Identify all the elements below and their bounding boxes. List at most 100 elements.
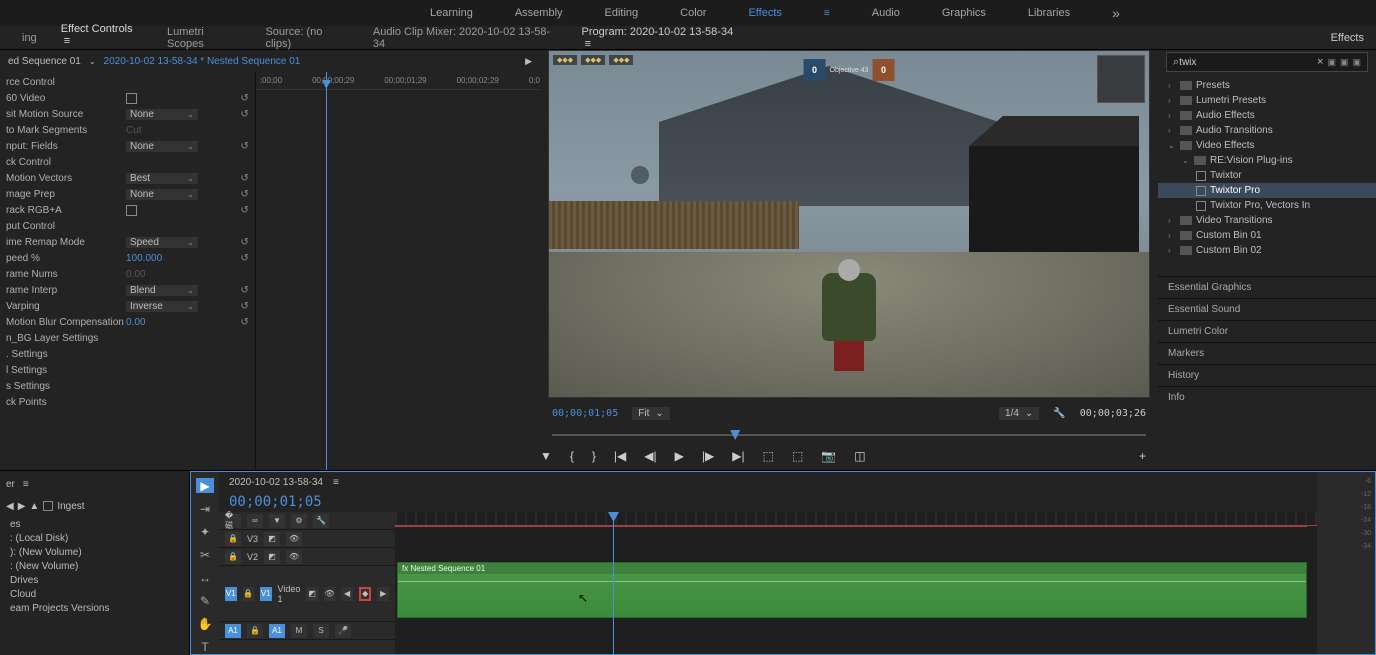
effect-property[interactable]: put Control bbox=[6, 218, 249, 234]
timeline-timecode[interactable]: 00;00;01;05 bbox=[219, 492, 1317, 512]
track-a1[interactable]: A1🔒A1 M S 🎤 bbox=[219, 622, 395, 640]
extract-button[interactable]: ⬚ bbox=[792, 449, 803, 463]
effect-property[interactable]: VarpingInverse⌄↺ bbox=[6, 298, 249, 314]
effects-tree-item[interactable]: Twixtor bbox=[1158, 168, 1376, 183]
effect-property[interactable]: . Settings bbox=[6, 346, 249, 362]
resolution-dropdown[interactable]: 1/4⌄ bbox=[999, 407, 1039, 420]
panel-tab[interactable]: Lumetri Color bbox=[1158, 320, 1376, 342]
panel-tab[interactable]: Info bbox=[1158, 386, 1376, 408]
project-tab[interactable]: er bbox=[6, 479, 15, 490]
workspace-menu-icon[interactable]: ≡ bbox=[824, 8, 830, 19]
project-item[interactable]: : (Local Disk) bbox=[6, 533, 183, 547]
snap-icon[interactable]: �磁 bbox=[225, 514, 241, 528]
project-item[interactable]: eam Projects Versions bbox=[6, 603, 183, 617]
workspace-libraries[interactable]: Libraries bbox=[1028, 7, 1070, 19]
prev-keyframe-icon[interactable]: ◀ bbox=[341, 587, 353, 601]
timeline-ruler[interactable] bbox=[395, 512, 1317, 526]
fx-badge-icon[interactable]: ▣ bbox=[1340, 57, 1349, 68]
track-v1[interactable]: V1 🔒 V1 Video 1 ◩👁 ◀ ◆ ▶ bbox=[219, 566, 395, 622]
compare-button[interactable]: ◫ bbox=[854, 449, 865, 463]
effects-tree-item[interactable]: ›Video Transitions bbox=[1158, 213, 1376, 228]
panel-tab[interactable]: Essential Sound bbox=[1158, 298, 1376, 320]
effect-property[interactable]: nput: FieldsNone⌄↺ bbox=[6, 138, 249, 154]
track-v2[interactable]: 🔒V2◩👁 bbox=[219, 548, 395, 566]
go-to-in-button[interactable]: |◀ bbox=[614, 449, 626, 463]
selection-tool[interactable]: ▶ bbox=[196, 478, 214, 493]
panel-tab[interactable]: Markers bbox=[1158, 342, 1376, 364]
voice-icon[interactable]: 🎤 bbox=[335, 624, 351, 638]
effect-property[interactable]: rack RGB+A↺ bbox=[6, 202, 249, 218]
effect-property[interactable]: rce Control bbox=[6, 74, 249, 90]
workspace-learning[interactable]: Learning bbox=[430, 7, 473, 19]
slip-tool[interactable]: ↔ bbox=[196, 570, 214, 585]
mark-in-button[interactable]: { bbox=[570, 449, 574, 463]
pen-tool[interactable]: ✎ bbox=[196, 593, 214, 608]
zoom-level-dropdown[interactable]: Fit⌄ bbox=[632, 407, 670, 420]
effects-tree-item[interactable]: ›Audio Effects bbox=[1158, 108, 1376, 123]
project-item[interactable]: ): (New Volume) bbox=[6, 547, 183, 561]
breadcrumb-sequence[interactable]: ed Sequence 01 bbox=[8, 56, 81, 67]
effect-property[interactable]: rame Nums0.00 bbox=[6, 266, 249, 282]
playhead-icon[interactable] bbox=[326, 72, 327, 470]
effect-keyframe-area[interactable]: :00;0000;00;00;2900;00;01;2900;00;02;290… bbox=[255, 72, 540, 470]
step-back-button[interactable]: ◀| bbox=[644, 449, 656, 463]
effect-property[interactable]: 60 Video↺ bbox=[6, 90, 249, 106]
solo-button[interactable]: S bbox=[313, 624, 329, 638]
chevron-down-icon[interactable]: ⌄ bbox=[89, 57, 96, 66]
effects-tree-item[interactable]: ›Custom Bin 02 bbox=[1158, 243, 1376, 258]
program-scrubber[interactable] bbox=[552, 428, 1146, 442]
panel-tab[interactable]: Essential Graphics bbox=[1158, 276, 1376, 298]
clear-search-icon[interactable]: × bbox=[1317, 56, 1323, 68]
effects-search-input[interactable] bbox=[1179, 57, 1317, 68]
effect-property[interactable]: s Settings bbox=[6, 378, 249, 394]
workspace-overflow-icon[interactable]: » bbox=[1112, 5, 1120, 21]
workspace-color[interactable]: Color bbox=[680, 7, 706, 19]
link-icon[interactable]: ∞ bbox=[247, 514, 263, 528]
project-item[interactable]: : (New Volume) bbox=[6, 561, 183, 575]
effects-tree-item[interactable]: Twixtor Pro bbox=[1158, 183, 1376, 198]
wrench-icon[interactable]: 🔧 bbox=[313, 514, 329, 528]
effects-tree-item[interactable]: ›Audio Transitions bbox=[1158, 123, 1376, 138]
up-icon[interactable]: ▲ bbox=[29, 501, 39, 512]
add-button-icon[interactable]: + bbox=[1139, 449, 1146, 463]
timeline-tab[interactable]: 2020-10-02 13-58-34 bbox=[229, 477, 323, 488]
export-frame-button[interactable]: 📷 bbox=[821, 449, 836, 463]
workspace-audio[interactable]: Audio bbox=[872, 7, 900, 19]
effect-property[interactable]: rame InterpBlend⌄↺ bbox=[6, 282, 249, 298]
effect-property[interactable]: ck Control bbox=[6, 154, 249, 170]
effects-tree-item[interactable]: ›Lumetri Presets bbox=[1158, 93, 1376, 108]
tab-audio-clip-mixer[interactable]: Audio Clip Mixer: 2020-10-02 13-58-34 bbox=[361, 26, 570, 50]
lift-button[interactable]: ⬚ bbox=[763, 449, 774, 463]
mark-out-button[interactable]: } bbox=[592, 449, 596, 463]
razor-tool[interactable]: ✂ bbox=[196, 547, 214, 562]
project-item[interactable]: Cloud bbox=[6, 589, 183, 603]
effect-property[interactable]: sit Motion SourceNone⌄↺ bbox=[6, 106, 249, 122]
effects-tree-item[interactable]: Twixtor Pro, Vectors In bbox=[1158, 198, 1376, 213]
panel-menu-icon[interactable]: ≡ bbox=[333, 477, 339, 488]
effect-property[interactable]: mage PrepNone⌄↺ bbox=[6, 186, 249, 202]
track-select-tool[interactable]: ⇥ bbox=[196, 501, 214, 516]
tab-ing[interactable]: ing bbox=[10, 32, 49, 44]
hand-tool[interactable]: ✋ bbox=[196, 616, 214, 631]
marker-icon[interactable]: ▼ bbox=[269, 514, 285, 528]
effect-property[interactable]: Motion VectorsBest⌄↺ bbox=[6, 170, 249, 186]
tab-lumetri-scopes[interactable]: Lumetri Scopes bbox=[155, 26, 253, 50]
timeline-content[interactable]: fx Nested Sequence 01 ↖ bbox=[395, 512, 1317, 654]
ripple-tool[interactable]: ✦ bbox=[196, 524, 214, 539]
program-video-frame[interactable]: ◆◆◆◆◆◆◆◆◆ 0 Objective 43 0 bbox=[548, 50, 1150, 398]
effects-tree-item[interactable]: ›Custom Bin 01 bbox=[1158, 228, 1376, 243]
workspace-assembly[interactable]: Assembly bbox=[515, 7, 563, 19]
program-timecode[interactable]: 00;00;01;05 bbox=[552, 408, 618, 419]
panel-tab[interactable]: History bbox=[1158, 364, 1376, 386]
play-only-icon[interactable]: ▶ bbox=[525, 56, 532, 67]
effect-property[interactable]: l Settings bbox=[6, 362, 249, 378]
type-tool[interactable]: T bbox=[196, 639, 214, 654]
timeline-clip[interactable]: fx Nested Sequence 01 ↖ bbox=[397, 562, 1307, 618]
timeline-playhead[interactable] bbox=[613, 512, 614, 654]
tab-source[interactable]: Source: (no clips) bbox=[253, 26, 360, 50]
effects-tree-item[interactable]: ›Presets bbox=[1158, 78, 1376, 93]
tab-program-monitor[interactable]: Program: 2020-10-02 13-58-34 ≡ bbox=[570, 26, 754, 50]
ingest-checkbox[interactable] bbox=[43, 501, 53, 511]
back-icon[interactable]: ◀ bbox=[6, 501, 14, 512]
add-keyframe-button[interactable]: ◆ bbox=[359, 587, 372, 601]
